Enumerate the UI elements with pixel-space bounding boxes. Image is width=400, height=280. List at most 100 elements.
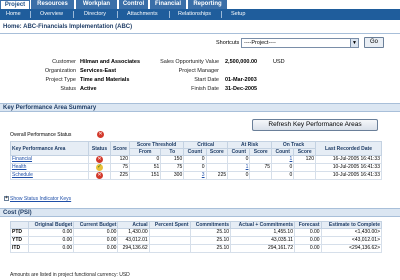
subnav-divider	[117, 11, 118, 18]
subnav-divider	[169, 11, 170, 18]
cost-col-header-forecast: Forecast	[294, 221, 322, 229]
cost-col-header	[10, 221, 29, 229]
cost-col-header-estimate: Estimate to Complete	[320, 221, 383, 229]
table-row: Financial ✕ 120 0 150 0 0 1 120 16-Jul-2…	[10, 155, 382, 164]
col-header-at-risk: At Risk	[227, 141, 273, 149]
tab-reporting[interactable]: Reporting	[188, 0, 228, 9]
start-date-value: 01-Mar-2003	[225, 77, 257, 83]
opp-currency: USD	[273, 59, 285, 65]
kpa-cell: 120	[110, 155, 130, 164]
organization-value: Services-East	[80, 68, 117, 74]
kpa-count-link[interactable]: 1	[271, 155, 295, 164]
subnav-relationships[interactable]: Relationships	[178, 9, 211, 20]
shortcuts-select[interactable]: ----Project---- ▼	[241, 38, 359, 48]
show-status-keys-link[interactable]: Show Status Indicator Keys	[10, 196, 71, 202]
finish-date-value: 31-Dec-2005	[225, 86, 258, 92]
kpa-cell: 0	[128, 155, 162, 164]
subnav-directory[interactable]: Directory	[84, 9, 106, 20]
cost-cell: 0.00	[27, 244, 75, 253]
status-cell: ✕	[88, 171, 111, 180]
subnav-overview[interactable]: Overview	[40, 9, 63, 20]
kpa-cell: 75	[160, 163, 185, 172]
subnav-attachments[interactable]: Attachments	[127, 9, 158, 20]
tab-control[interactable]: Control	[119, 0, 149, 9]
kpa-cell: 0	[183, 163, 207, 172]
col-header-critical-count: Count	[183, 148, 207, 156]
kpa-cell: 0	[227, 171, 251, 180]
subnav-divider	[73, 11, 74, 18]
at-risk-status-icon: ✓	[96, 164, 103, 171]
kpa-cell	[249, 171, 273, 180]
cost-col-header-actual-commitments: Actual + Commitments	[230, 221, 295, 229]
refresh-kpa-button[interactable]: Refresh Key Performance Areas	[252, 119, 378, 131]
col-header-risk-count: Count	[227, 148, 251, 156]
chevron-down-icon: ▼	[350, 39, 358, 47]
kpa-cell: 0	[271, 163, 295, 172]
cost-cell: 0.00	[73, 244, 119, 253]
kpa-cell: 150	[160, 155, 185, 164]
col-header-to: To	[160, 148, 185, 156]
cost-cell: 0.00	[27, 236, 75, 245]
cost-cell: 0.00	[73, 228, 119, 237]
cost-cell: 25.10	[189, 228, 232, 237]
cost-col-header-actual: Actual	[117, 221, 150, 229]
col-header-last-recorded: Last Recorded Date	[315, 141, 382, 156]
subnav-setup[interactable]: Setup	[231, 9, 245, 20]
kpa-link-health[interactable]: Health	[10, 163, 89, 172]
kpa-cell: 75	[249, 163, 273, 172]
col-header-score: Score	[110, 141, 130, 156]
customer-label: Customer	[52, 59, 76, 65]
status-value: Active	[80, 86, 97, 92]
tab-financial[interactable]: Financial	[150, 0, 187, 9]
col-header-on-track: On Track	[271, 141, 316, 149]
go-button[interactable]: Go	[364, 37, 384, 48]
top-tab-bar: Project Resources Workplan Control Finan…	[0, 0, 400, 9]
shortcuts-label: Shortcuts	[216, 40, 240, 46]
opp-value: 2,500,000.00	[225, 59, 258, 65]
kpa-count-link[interactable]: 3	[183, 171, 207, 180]
kpa-cell: 0	[271, 171, 295, 180]
subnav-bar: Home Overview Directory Attachments Rela…	[0, 9, 400, 20]
table-row: PTD 0.00 0.00 1,430.00 25.10 1,455.10 0.…	[10, 228, 383, 237]
subnav-home[interactable]: Home	[6, 9, 21, 20]
kpa-cell: 151	[128, 171, 162, 180]
cost-cell: 25.10	[189, 236, 232, 245]
organization-label: Organization	[44, 68, 76, 74]
cost-row-label-ptd: PTD	[10, 228, 29, 237]
kpa-section-header: Key Performance Area Summary	[0, 103, 400, 112]
status-cell: ✕	[88, 155, 111, 164]
cost-cell: 0.00	[294, 236, 322, 245]
tab-resources[interactable]: Resources	[31, 0, 75, 9]
cost-col-header-commitments: Commitments	[189, 221, 232, 229]
col-header-threshold: Score Threshold	[128, 141, 185, 149]
kpa-link-financial[interactable]: Financial	[10, 155, 89, 164]
tab-project[interactable]: Project	[0, 0, 30, 9]
col-header-area[interactable]: Key Performance Area	[10, 141, 89, 156]
status-cell: ✓	[88, 163, 111, 172]
kpa-link-schedule[interactable]: Schedule	[10, 171, 89, 180]
tab-workplan[interactable]: Workplan	[76, 0, 118, 9]
col-header-critical: Critical	[183, 141, 229, 149]
kpa-cell: 10-Jul-2005 16:41:33	[315, 163, 382, 172]
kpa-cell: 16-Jul-2005 16:41:33	[315, 155, 382, 164]
expand-plus-icon[interactable]: +	[4, 196, 9, 201]
overall-status-label: Overall Performance Status	[10, 132, 72, 138]
kpa-cell	[205, 155, 229, 164]
start-date-label: Start Date	[194, 77, 219, 83]
cost-cell	[148, 236, 191, 245]
kpa-count-link[interactable]: 1	[227, 163, 251, 172]
kpa-cell: 0	[183, 155, 207, 164]
kpa-cell: 0	[227, 155, 251, 164]
kpa-table: Key Performance Area Status Score Score …	[10, 141, 382, 180]
subnav-divider	[221, 11, 222, 18]
kpa-cell	[293, 171, 316, 180]
project-type-label: Project Type	[45, 77, 76, 83]
col-header-track-count: Count	[271, 148, 295, 156]
manager-label: Project Manager	[178, 68, 219, 74]
opp-value-label: Sales Opportunity Value	[160, 59, 219, 65]
critical-status-icon: ✕	[96, 156, 103, 163]
cost-cell: 1,430.00	[117, 228, 150, 237]
cost-section-header: Cost (PSI)	[0, 208, 400, 217]
subnav-divider	[30, 11, 31, 18]
kpa-cell: 75	[110, 163, 130, 172]
